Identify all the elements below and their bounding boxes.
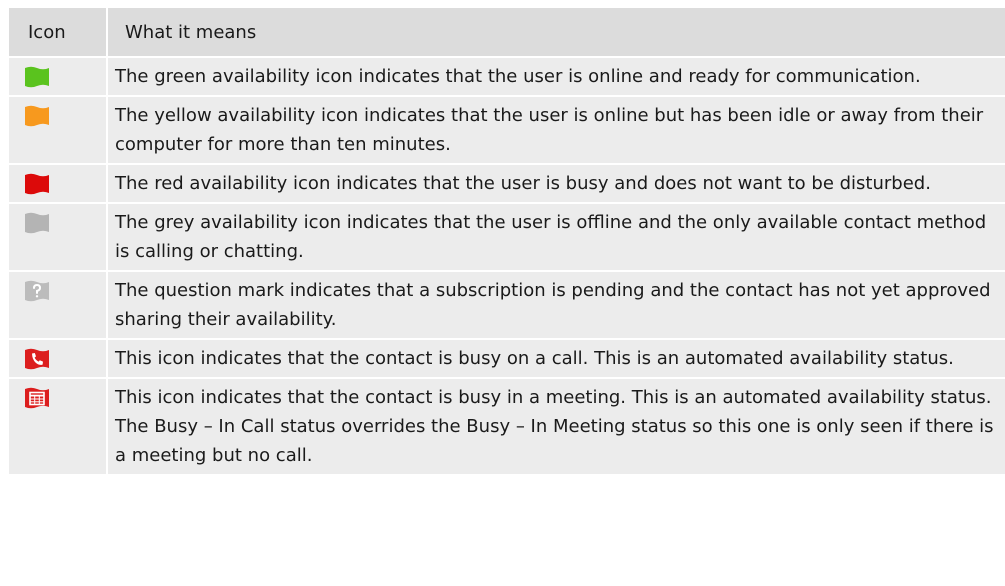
table-header-row: Icon What it means <box>9 8 1005 57</box>
table-row: This icon indicates that the contact is … <box>9 377 1005 474</box>
yellow-availability-icon <box>25 105 49 127</box>
green-flag-shape <box>25 66 49 88</box>
phone-flag-shape <box>25 348 49 370</box>
green-availability-icon <box>25 66 49 88</box>
table-row: The red availability icon indicates that… <box>9 163 1005 203</box>
grey-flag-shape <box>25 212 49 234</box>
icon-cell <box>9 95 107 164</box>
question-mark-icon <box>25 280 49 302</box>
question-dot <box>35 295 39 298</box>
table-row: The question mark indicates that a subsc… <box>9 270 1005 339</box>
row-description: This icon indicates that the contact is … <box>106 377 1005 474</box>
yellow-flag-shape <box>25 105 49 127</box>
icon-cell <box>9 377 107 474</box>
icon-cell <box>9 56 107 96</box>
icon-cell <box>9 163 107 203</box>
table-row: This icon indicates that the contact is … <box>9 338 1005 378</box>
table-row: The grey availability icon indicates tha… <box>9 202 1005 271</box>
availability-icon-table: Icon What it means The green availabilit… <box>9 8 1005 474</box>
red-availability-icon <box>25 173 49 195</box>
page: Icon What it means The green availabilit… <box>0 0 1005 586</box>
table-row: The green availability icon indicates th… <box>9 56 1005 96</box>
row-description: This icon indicates that the contact is … <box>106 338 1005 378</box>
calendar-busy-icon <box>25 387 49 409</box>
row-description: The green availability icon indicates th… <box>106 56 1005 96</box>
row-description: The red availability icon indicates that… <box>106 163 1005 203</box>
row-description: The grey availability icon indicates tha… <box>106 202 1005 271</box>
red-flag-shape <box>25 173 49 195</box>
table-row: The yellow availability icon indicates t… <box>9 95 1005 164</box>
row-description: The yellow availability icon indicates t… <box>106 95 1005 164</box>
phone-busy-icon <box>25 348 49 370</box>
grey-availability-icon <box>25 212 49 234</box>
header-meaning: What it means <box>106 8 1005 57</box>
row-description: The question mark indicates that a subsc… <box>106 270 1005 339</box>
header-icon: Icon <box>9 8 107 57</box>
icon-cell <box>9 270 107 339</box>
icon-cell <box>9 338 107 378</box>
icon-cell <box>9 202 107 271</box>
